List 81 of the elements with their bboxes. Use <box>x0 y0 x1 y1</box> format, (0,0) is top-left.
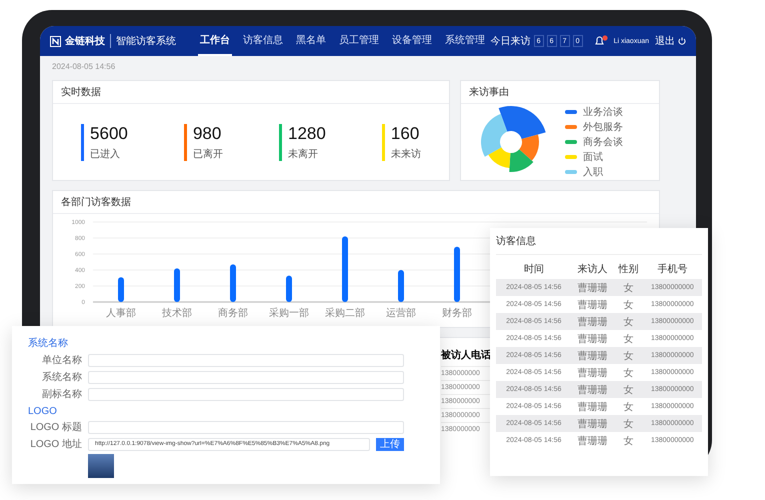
stat-value: 160 <box>390 124 420 144</box>
table-cell: 曹珊珊 <box>572 313 614 330</box>
table-cell: 曹珊珊 <box>572 279 614 296</box>
stat-value: 5600 <box>90 124 128 144</box>
current-date: 2024-08-05 14:56 <box>52 62 116 71</box>
logo-icon <box>50 36 61 46</box>
section-title: 系统名称 <box>28 336 69 350</box>
column-header: 被访人电话 <box>441 348 492 363</box>
table-cell: 女 <box>614 364 643 381</box>
table-cell: 女 <box>614 381 643 398</box>
stat-label: 未来访 <box>390 148 421 160</box>
table-cell: 曹珊珊 <box>572 364 614 381</box>
field-label: 副标名称 <box>41 388 82 401</box>
axis-category-label: 财务部 <box>442 308 472 319</box>
stat-label: 已进入 <box>90 148 122 160</box>
axis-category-label: 采购一部 <box>269 308 309 319</box>
stat-value: 980 <box>192 124 222 144</box>
table-cell: 女 <box>614 415 643 432</box>
system-name: 智能访客系统 <box>110 34 176 48</box>
table-cell: 曹珊珊 <box>572 398 614 415</box>
input-field[interactable] <box>88 388 404 400</box>
axis-category-label: 采购二部 <box>325 308 365 319</box>
table-cell: 女 <box>614 279 643 296</box>
table-cell: 女 <box>614 296 643 313</box>
nav-tab[interactable]: 系统管理 <box>443 26 487 56</box>
legend-label: 面试 <box>583 150 603 164</box>
axis-category-label: 人事部 <box>106 308 136 319</box>
column-header: 手机号 <box>642 259 702 279</box>
input-field[interactable] <box>88 420 404 434</box>
table-cell: 女 <box>614 330 643 347</box>
logout-link[interactable]: 退出 <box>655 34 675 48</box>
rose-chart-drawing <box>481 106 546 172</box>
bar <box>174 268 180 302</box>
axis-category-label: 运营部 <box>386 308 416 319</box>
axis-category-label: 技术部 <box>162 308 192 319</box>
column-header: 来访人 <box>572 259 614 279</box>
legend-label: 入职 <box>583 166 603 179</box>
legend-label: 外包服务 <box>583 121 623 134</box>
bar <box>118 277 124 302</box>
stat-label: 未离开 <box>288 148 320 160</box>
card-title: 各部门访客数据 <box>53 191 659 214</box>
table-cell: 女 <box>614 398 643 415</box>
column-header: 性别 <box>614 259 643 279</box>
bar <box>454 246 460 302</box>
table-cell: 曹珊珊 <box>572 330 614 347</box>
stat-value: 1280 <box>288 124 326 144</box>
visits-label: 今日来访 <box>490 34 531 48</box>
stat-label: 已离开 <box>192 148 223 160</box>
table-cell: 曹珊珊 <box>572 296 614 313</box>
nav-tab[interactable]: 工作台 <box>198 26 232 56</box>
table-cell: 曹珊珊 <box>572 415 614 432</box>
bar <box>286 276 292 302</box>
brand-name: 金链科技 <box>65 34 105 48</box>
upload-button[interactable]: 上传 <box>376 438 404 450</box>
field-label: LOGO 地址 <box>29 438 82 451</box>
legend-label: 业务洽谈 <box>583 106 623 119</box>
card-title: 来访事由 <box>461 81 659 104</box>
field-label: LOGO 标题 <box>29 420 82 434</box>
column-header: 时间 <box>496 259 572 279</box>
bell-icon[interactable] <box>594 35 608 47</box>
bar <box>230 264 236 302</box>
nav-tab[interactable]: 黑名单 <box>294 26 328 56</box>
table-cell: 曹珊珊 <box>572 381 614 398</box>
table-cell: 曹珊珊 <box>572 347 614 364</box>
axis-category-label: 商务部 <box>218 308 248 319</box>
input-field[interactable] <box>88 354 404 366</box>
input-field[interactable] <box>88 370 404 384</box>
bar <box>342 236 348 302</box>
nav-tab[interactable]: 员工管理 <box>337 26 381 56</box>
legend-label: 商务会谈 <box>583 136 623 149</box>
table-cell: 女 <box>614 313 643 330</box>
nav-tab[interactable]: 设备管理 <box>390 26 434 56</box>
section-title: LOGO <box>28 406 58 417</box>
card-title: 实时数据 <box>53 81 449 104</box>
power-icon[interactable] <box>678 37 686 45</box>
field-label: 单位名称 <box>41 354 82 367</box>
card-title: 访客信息 <box>496 232 702 255</box>
nav-tab[interactable]: 访客信息 <box>241 26 285 56</box>
bar <box>398 270 404 302</box>
table-cell: 女 <box>614 347 643 364</box>
field-label: 系统名称 <box>41 370 82 384</box>
